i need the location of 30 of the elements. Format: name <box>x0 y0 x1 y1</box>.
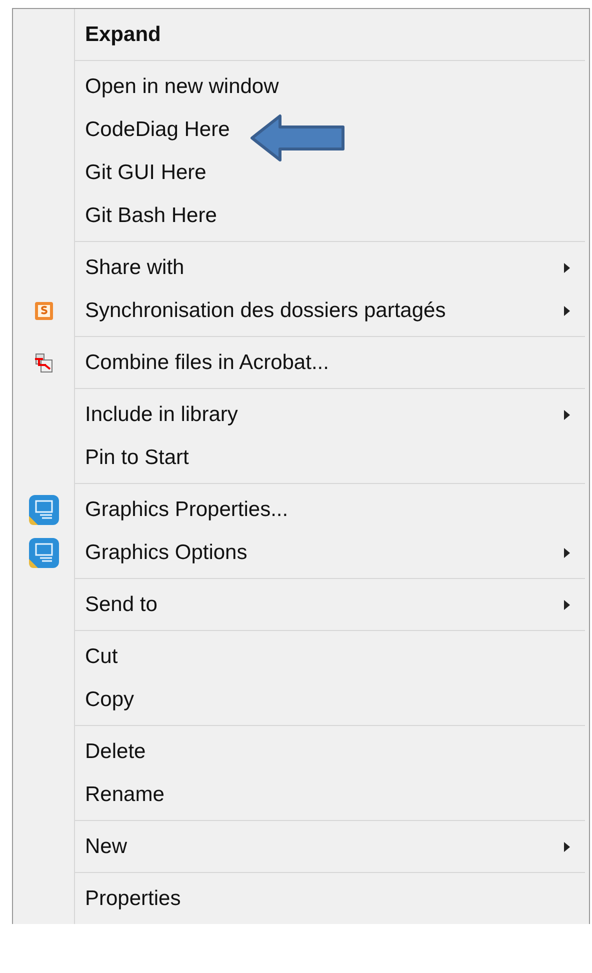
monitor-icon <box>28 536 60 568</box>
menu-item[interactable]: Synchronisation des dossiers partagés <box>13 289 589 332</box>
menu-item[interactable]: Graphics Options <box>13 531 589 574</box>
submenu-arrow-icon <box>563 408 571 420</box>
menu-item[interactable]: Pin to Start <box>13 436 589 479</box>
menu-item[interactable]: Copy <box>13 678 589 721</box>
menu-item[interactable]: Open in new window <box>13 65 589 108</box>
submenu-arrow-icon <box>563 598 571 610</box>
menu-item[interactable]: Git GUI Here <box>13 151 589 194</box>
menu-item[interactable]: Rename <box>13 773 589 816</box>
submenu-arrow-icon <box>563 546 571 558</box>
menu-item[interactable]: Graphics Properties... <box>13 488 589 531</box>
submenu-arrow-icon <box>563 304 571 316</box>
menu-item[interactable]: Properties <box>13 877 589 920</box>
menu-item[interactable]: Combine files in Acrobat... <box>13 341 589 384</box>
stacked-documents-icon <box>33 352 55 374</box>
s-letter-icon <box>34 300 54 320</box>
menu-item[interactable]: Share with <box>13 246 589 289</box>
menu-item[interactable]: Delete <box>13 730 589 773</box>
menu-item[interactable]: Cut <box>13 635 589 678</box>
menu-item[interactable]: Send to <box>13 583 589 626</box>
submenu-arrow-icon <box>563 840 571 852</box>
menu-item[interactable]: New <box>13 825 589 868</box>
menu-item[interactable]: CodeDiag Here <box>13 108 589 151</box>
menu-item[interactable]: Expand <box>13 13 589 56</box>
arrow-icon <box>250 114 346 162</box>
submenu-arrow-icon <box>563 262 571 274</box>
monitor-icon <box>28 494 60 526</box>
menu-item[interactable]: Include in library <box>13 393 589 436</box>
menu-item[interactable]: Git Bash Here <box>13 194 589 237</box>
